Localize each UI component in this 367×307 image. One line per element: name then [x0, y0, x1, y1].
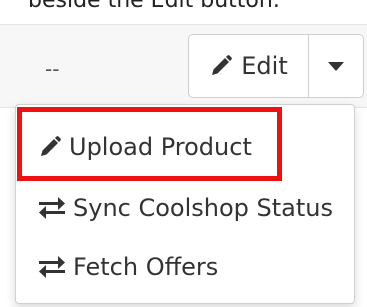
edit-button-group: Edit	[188, 34, 364, 98]
screenshot-stage: beside the Edit button. -- Edit Upload P…	[0, 0, 367, 307]
exchange-icon	[38, 256, 66, 278]
exchange-icon	[38, 197, 66, 219]
edit-button-label: Edit	[241, 52, 288, 80]
instruction-caption: beside the Edit button.	[28, 0, 280, 13]
pencil-icon	[209, 54, 233, 78]
menu-item-label: Fetch Offers	[73, 253, 219, 281]
menu-item-label: Sync Coolshop Status	[73, 194, 334, 222]
dropdown-toggle-button[interactable]	[308, 34, 364, 98]
menu-item-fetch-offers[interactable]: Fetch Offers	[38, 253, 218, 281]
caret-down-icon	[328, 61, 344, 71]
menu-item-sync-coolshop-status[interactable]: Sync Coolshop Status	[38, 194, 333, 222]
empty-value-placeholder: --	[45, 57, 60, 81]
highlight-box	[17, 107, 282, 181]
edit-button[interactable]: Edit	[188, 34, 309, 98]
